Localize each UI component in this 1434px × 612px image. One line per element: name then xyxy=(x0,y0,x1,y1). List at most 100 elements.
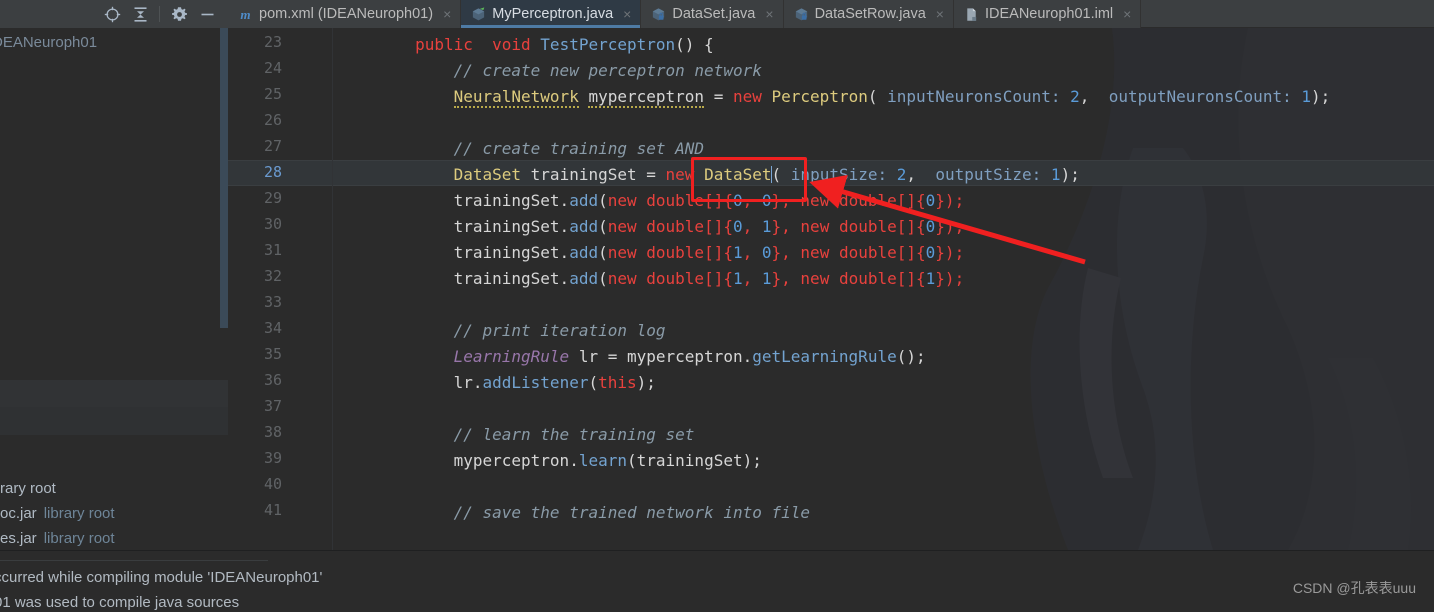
code-line[interactable]: // create training set AND xyxy=(338,136,704,162)
code-line[interactable]: // create new perceptron network xyxy=(338,58,762,84)
code-token: , xyxy=(1079,87,1109,106)
code-line[interactable]: LearningRule lr = myperceptron.getLearni… xyxy=(338,344,926,370)
code-editor[interactable]: 23 24 25 26 27 28 29 30 31 32 33 34 35 36 37 38 39 40 41 p… xyxy=(228,28,1434,550)
code-token: 1 xyxy=(1050,165,1061,184)
code-token: // learn the training set xyxy=(453,425,695,444)
minimize-icon[interactable] xyxy=(193,1,221,27)
code-token: = xyxy=(704,87,733,106)
code-token: LearningRule xyxy=(453,347,570,366)
code-line[interactable]: NeuralNetwork myperceptron = new Percept… xyxy=(338,84,1330,110)
code-token: new xyxy=(665,165,695,184)
settings-gear-icon[interactable] xyxy=(165,1,193,27)
code-token: 1 xyxy=(732,243,743,262)
code-text-area[interactable]: public void TestPerceptron() { // create… xyxy=(338,28,1434,550)
code-token: , xyxy=(742,269,762,288)
editor-gutter[interactable]: 23 24 25 26 27 28 29 30 31 32 33 34 35 36 37 38 39 40 41 xyxy=(228,28,338,550)
editor-tab-datasetrow-java[interactable]: DataSetRow.java × xyxy=(783,0,954,28)
code-token: new double xyxy=(800,191,897,210)
code-token: 0 xyxy=(732,191,743,210)
editor-tab-pom-xml-ideaneuroph01[interactable]: m pom.xml (IDEANeuroph01) × xyxy=(228,0,462,28)
toolbar-divider xyxy=(159,6,160,22)
code-token: 1 xyxy=(761,217,772,236)
code-token: new double xyxy=(607,191,705,210)
editor-tab-myperceptron-java[interactable]: MyPerceptron.java × xyxy=(461,0,642,28)
code-line[interactable]: trainingSet.add(new double[]{1, 0}, new … xyxy=(338,240,965,266)
locate-target-icon[interactable] xyxy=(98,1,126,27)
code-token: trainingSet. xyxy=(338,243,570,262)
java-lib-icon xyxy=(653,7,665,20)
code-token: ); xyxy=(636,373,656,392)
code-token: }, xyxy=(771,269,801,288)
code-token: 0 xyxy=(925,243,936,262)
line-number: 33 xyxy=(263,293,282,311)
code-token: , xyxy=(742,191,762,210)
collapse-all-icon[interactable] xyxy=(126,1,154,27)
code-token: 0 xyxy=(761,191,772,210)
code-token: Perceptron xyxy=(771,87,868,106)
code-token: new xyxy=(732,87,762,106)
code-token: // save the trained network into file xyxy=(453,503,811,522)
code-line[interactable]: trainingSet.add(new double[]{0, 1}, new … xyxy=(338,214,965,240)
code-line[interactable]: trainingSet.add(new double[]{1, 1}, new … xyxy=(338,266,965,292)
tab-label: DataSet.java xyxy=(672,6,756,22)
line-number: 40 xyxy=(263,475,282,493)
code-line[interactable]: trainingSet.add(new double[]{0, 0}, new … xyxy=(338,188,965,214)
code-line[interactable]: lr.addListener(this); xyxy=(338,370,656,396)
line-number: 26 xyxy=(263,111,282,129)
code-token: getLearningRule xyxy=(752,347,897,366)
editor-tab-dataset-java[interactable]: DataSet.java × xyxy=(641,0,784,28)
close-icon[interactable]: × xyxy=(443,6,451,22)
code-token: void xyxy=(492,35,531,54)
code-line[interactable]: // learn the training set xyxy=(338,422,695,448)
code-token: this xyxy=(598,373,637,392)
project-panel-scrollbar[interactable] xyxy=(220,28,228,328)
code-line[interactable]: // save the trained network into file xyxy=(338,500,810,526)
code-line[interactable]: // print iteration log xyxy=(338,318,666,344)
library-name: es.jar xyxy=(0,530,37,547)
close-icon[interactable]: × xyxy=(1123,6,1131,22)
line-number: 41 xyxy=(263,501,282,519)
tab-label: DataSetRow.java xyxy=(814,6,926,22)
line-number: 32 xyxy=(263,267,282,285)
close-icon[interactable]: × xyxy=(765,6,773,22)
editor-tab-ideaneuroph01-iml[interactable]: IDEANeuroph01.iml × xyxy=(953,0,1142,28)
close-icon[interactable]: × xyxy=(623,6,631,22)
code-token: inputSize: xyxy=(790,165,888,184)
code-token: , xyxy=(742,243,762,262)
code-token: DataSet xyxy=(704,165,772,184)
code-token: }, xyxy=(771,243,801,262)
code-token: []{ xyxy=(896,217,926,236)
code-token: []{ xyxy=(896,243,926,262)
line-number: 34 xyxy=(263,319,282,337)
ide-window: m pom.xml (IDEANeuroph01) × MyPerceptron.ja… xyxy=(0,0,1434,612)
line-number: 29 xyxy=(263,189,282,207)
library-root-item[interactable]: rary root xyxy=(0,480,228,505)
code-line[interactable]: myperceptron.learn(trainingSet); xyxy=(338,448,762,474)
code-token: learn xyxy=(578,451,627,470)
library-root-item[interactable]: oc.jar library root xyxy=(0,505,228,530)
code-line[interactable]: public void TestPerceptron() { xyxy=(338,32,714,58)
code-token: add xyxy=(569,217,599,236)
code-token: trainingSet. xyxy=(338,217,570,236)
message-line: 01 was used to compile java sources xyxy=(0,594,240,611)
code-token: ( xyxy=(771,165,782,184)
code-token: add xyxy=(569,269,599,288)
close-icon[interactable]: × xyxy=(936,6,944,22)
line-number: 24 xyxy=(263,59,282,77)
editor-tab-bar: m pom.xml (IDEANeuroph01) × MyPerceptron.ja… xyxy=(228,0,1434,28)
code-token: addListener xyxy=(482,373,589,392)
code-line[interactable]: DataSet trainingSet = new DataSet( input… xyxy=(338,162,1080,188)
project-tree-area[interactable]: DEANeuroph01 ] xyxy=(0,28,220,328)
panel-band-lower xyxy=(0,407,228,435)
